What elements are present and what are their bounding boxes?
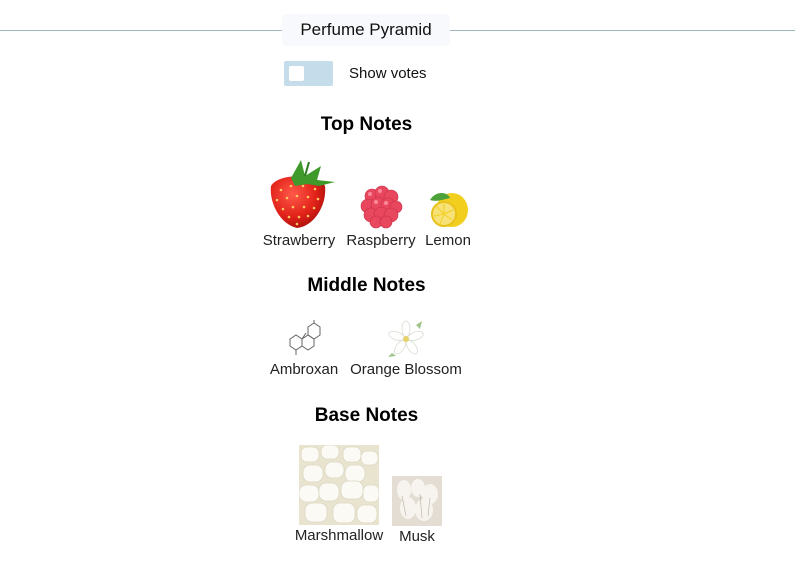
note-lemon[interactable]: Lemon	[423, 186, 473, 249]
middle-notes-heading: Middle Notes	[307, 275, 426, 296]
show-votes-label: Show votes	[349, 65, 427, 82]
top-notes-heading: Top Notes	[320, 114, 413, 135]
note-strawberry[interactable]: Strawberry	[259, 156, 339, 249]
perfume-pyramid-page: Perfume Pyramid Show votes Top Notes Str…	[0, 0, 805, 561]
note-marshmallow[interactable]: Marshmallow	[290, 445, 388, 544]
note-musk[interactable]: Musk	[392, 476, 442, 545]
lemon-icon	[430, 193, 468, 227]
musk-icon	[392, 476, 442, 526]
show-votes-toggle[interactable]	[284, 61, 333, 86]
marshmallow-icon	[299, 445, 379, 525]
note-orange-blossom[interactable]: Orange Blossom	[346, 319, 466, 378]
show-votes-row: Show votes	[284, 61, 427, 86]
note-label: Strawberry	[262, 232, 336, 249]
toggle-knob	[289, 66, 304, 81]
note-label: Ambroxan	[269, 361, 339, 378]
page-title: Perfume Pyramid	[282, 14, 450, 46]
note-label: Orange Blossom	[350, 361, 462, 378]
note-ambroxan[interactable]: Ambroxan	[265, 319, 343, 378]
note-label: Lemon	[425, 232, 471, 249]
raspberry-icon	[360, 185, 403, 229]
note-label: Musk	[399, 528, 435, 545]
note-raspberry[interactable]: Raspberry	[342, 182, 420, 249]
molecule-icon	[289, 320, 321, 355]
note-label: Raspberry	[346, 232, 416, 249]
blossom-icon	[388, 320, 424, 357]
base-notes-heading: Base Notes	[314, 405, 419, 426]
strawberry-icon	[270, 160, 335, 228]
note-label: Marshmallow	[294, 527, 384, 544]
